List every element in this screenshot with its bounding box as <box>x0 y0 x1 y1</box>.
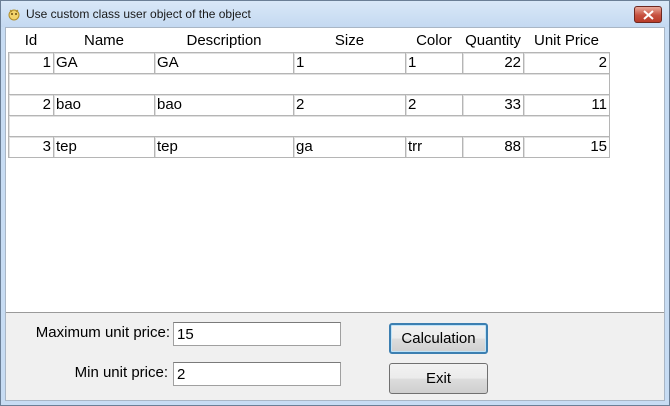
cell-color[interactable]: 1 <box>405 52 463 74</box>
cell-id[interactable]: 1 <box>8 52 54 74</box>
cell-name[interactable]: GA <box>53 52 155 74</box>
product-table: Id Name Description Size Color Quantity … <box>8 28 610 158</box>
calculation-button[interactable]: Calculation <box>389 323 488 354</box>
cell-name[interactable]: tep <box>53 136 155 158</box>
max-price-label: Maximum unit price: <box>35 324 170 341</box>
cell-size[interactable]: ga <box>293 136 406 158</box>
cell-description[interactable]: GA <box>154 52 294 74</box>
cell-quantity[interactable]: 88 <box>462 136 524 158</box>
cell-unit-price[interactable]: 11 <box>523 94 610 116</box>
app-icon <box>7 7 21 21</box>
column-header-description: Description <box>154 28 294 53</box>
column-header-unit-price: Unit Price <box>523 28 610 53</box>
window-title: Use custom class user object of the obje… <box>26 7 251 21</box>
client-area: Id Name Description Size Color Quantity … <box>5 27 665 401</box>
close-icon <box>643 10 654 20</box>
column-header-name: Name <box>53 28 155 53</box>
column-header-color: Color <box>405 28 463 53</box>
column-header-size: Size <box>293 28 406 53</box>
cell-quantity[interactable]: 33 <box>462 94 524 116</box>
exit-button[interactable]: Exit <box>389 363 488 394</box>
cell-color[interactable]: trr <box>405 136 463 158</box>
min-price-input[interactable] <box>173 362 341 386</box>
cell-unit-price[interactable]: 15 <box>523 136 610 158</box>
cell-size[interactable]: 2 <box>293 94 406 116</box>
column-header-quantity: Quantity <box>462 28 524 53</box>
data-grid[interactable]: Id Name Description Size Color Quantity … <box>6 28 664 313</box>
close-button[interactable] <box>634 6 662 23</box>
table-row[interactable]: 1 GA GA 1 1 22 2 <box>8 52 610 74</box>
cell-unit-price[interactable]: 2 <box>523 52 610 74</box>
cell-color[interactable]: 2 <box>405 94 463 116</box>
table-row[interactable]: 2 bao bao 2 2 33 11 <box>8 94 610 116</box>
cell-id[interactable]: 3 <box>8 136 54 158</box>
max-price-input[interactable] <box>173 322 341 346</box>
cell-size[interactable]: 1 <box>293 52 406 74</box>
exit-button-label: Exit <box>425 370 451 387</box>
min-price-label: Min unit price: <box>74 364 168 381</box>
calculation-button-label: Calculation <box>401 330 476 347</box>
table-header: Id Name Description Size Color Quantity … <box>8 28 610 53</box>
table-row[interactable]: 3 tep tep ga trr 88 15 <box>8 136 610 158</box>
cell-id[interactable]: 2 <box>8 94 54 116</box>
cell-description[interactable]: bao <box>154 94 294 116</box>
cell-name[interactable]: bao <box>53 94 155 116</box>
app-window: Use custom class user object of the obje… <box>0 0 670 406</box>
column-header-id: Id <box>8 28 54 53</box>
title-bar[interactable]: Use custom class user object of the obje… <box>1 1 669 27</box>
cell-quantity[interactable]: 22 <box>462 52 524 74</box>
cell-description[interactable]: tep <box>154 136 294 158</box>
